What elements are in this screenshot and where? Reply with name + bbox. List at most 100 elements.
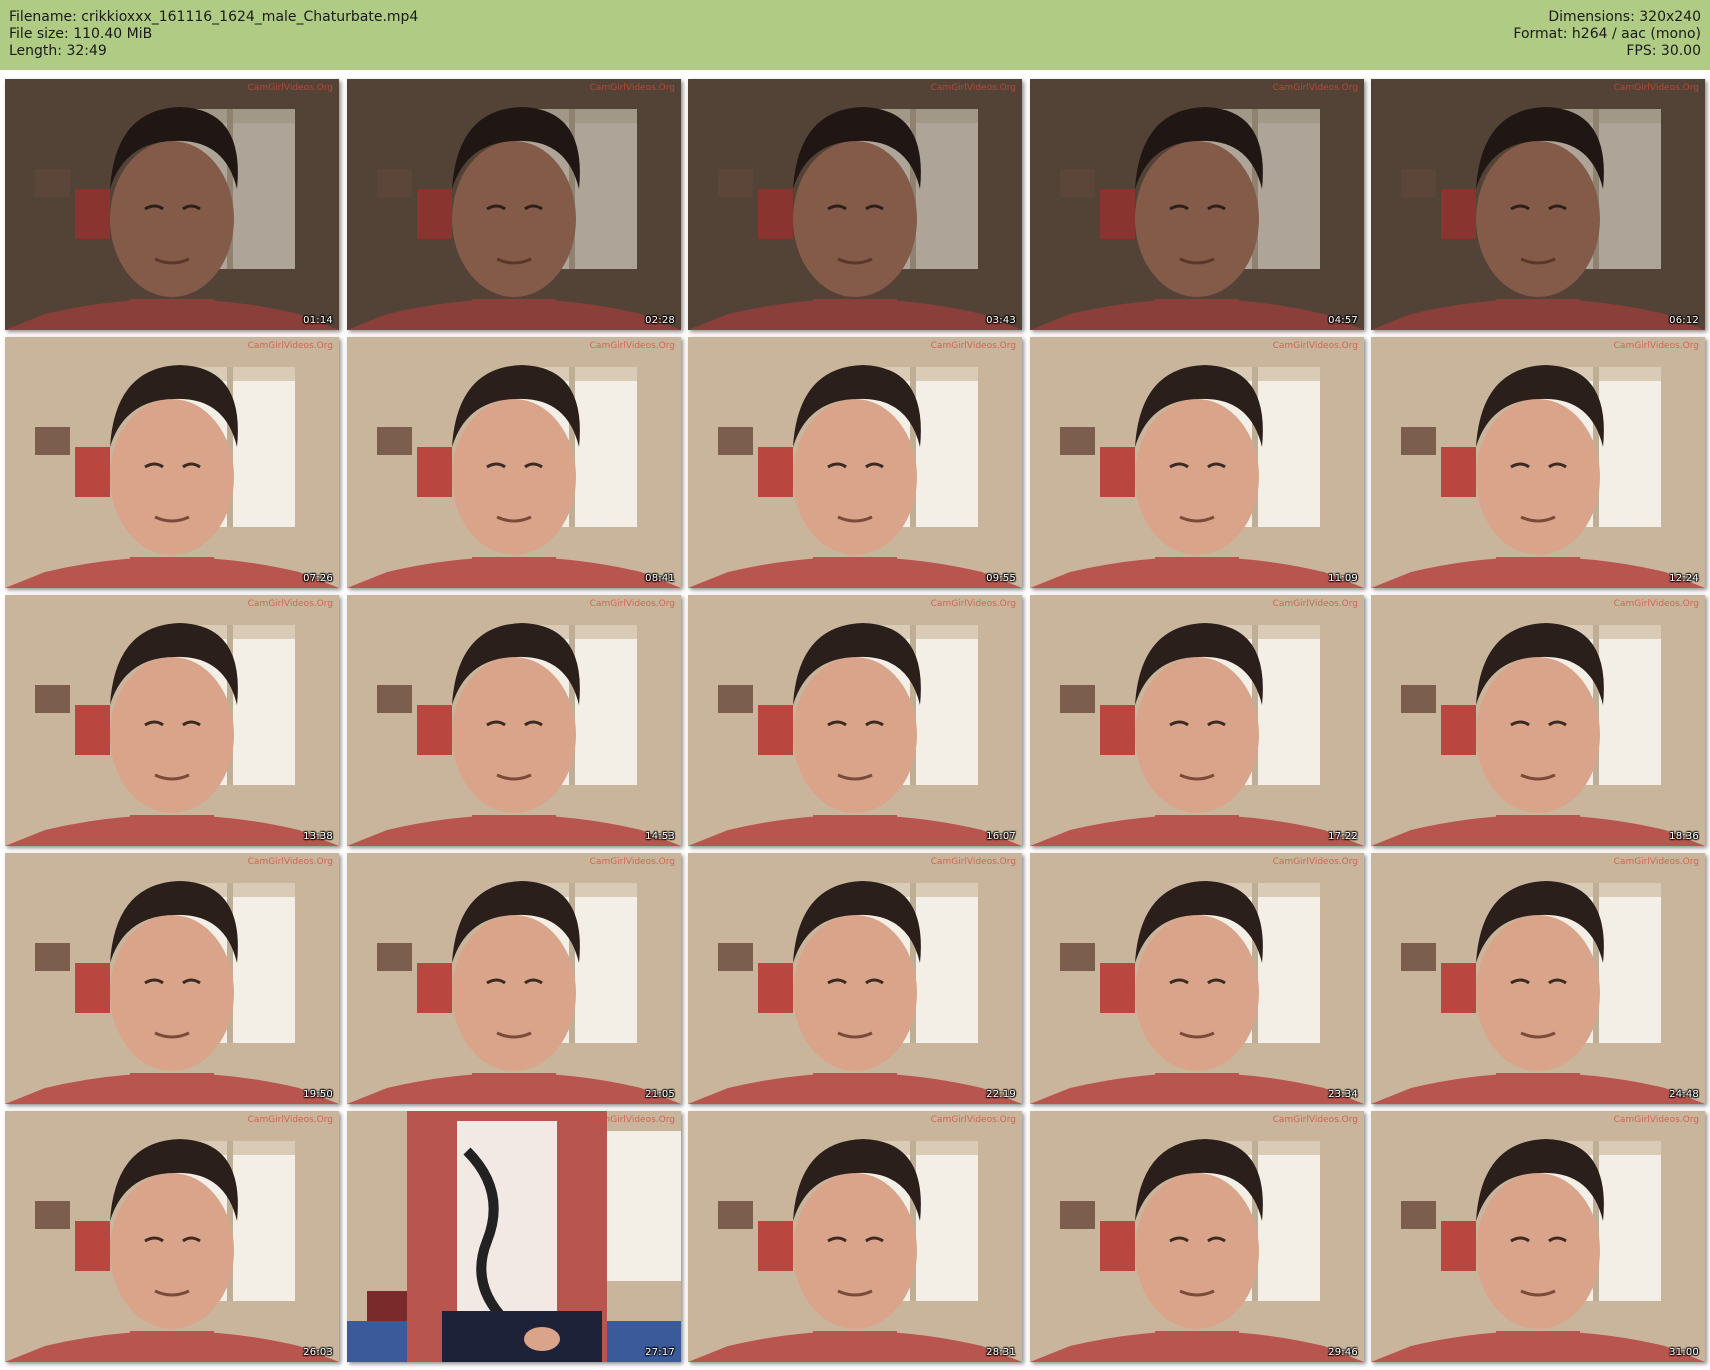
timestamp-label: 27:17 bbox=[645, 1347, 675, 1358]
watermark-text: CamGirlVideos.Org bbox=[1613, 341, 1699, 351]
timestamp-label: 19:50 bbox=[303, 1089, 333, 1100]
video-thumbnail[interactable]: CamGirlVideos.Org 27:17 bbox=[347, 1111, 681, 1362]
file-info-left: Filename: crikkioxxx_161116_1624_male_Ch… bbox=[9, 9, 418, 60]
video-thumbnail[interactable]: CamGirlVideos.Org 26:03 bbox=[5, 1111, 339, 1362]
info-header: Filename: crikkioxxx_161116_1624_male_Ch… bbox=[0, 0, 1710, 70]
watermark-text: CamGirlVideos.Org bbox=[1272, 1115, 1358, 1125]
timestamp-label: 07:26 bbox=[303, 573, 333, 584]
watermark-text: CamGirlVideos.Org bbox=[247, 857, 333, 867]
video-thumbnail[interactable]: CamGirlVideos.Org 08:41 bbox=[347, 337, 681, 588]
watermark-text: CamGirlVideos.Org bbox=[589, 341, 675, 351]
timestamp-label: 24:48 bbox=[1669, 1089, 1699, 1100]
frame-image bbox=[1371, 337, 1705, 588]
timestamp-label: 31:00 bbox=[1669, 1347, 1699, 1358]
timestamp-label: 09:55 bbox=[986, 573, 1016, 584]
video-thumbnail[interactable]: CamGirlVideos.Org 19:50 bbox=[5, 853, 339, 1104]
video-thumbnail[interactable]: CamGirlVideos.Org 21:05 bbox=[347, 853, 681, 1104]
timestamp-label: 29:46 bbox=[1328, 1347, 1358, 1358]
video-thumbnail[interactable]: CamGirlVideos.Org 16:07 bbox=[688, 595, 1022, 846]
video-thumbnail[interactable]: CamGirlVideos.Org 28:31 bbox=[688, 1111, 1022, 1362]
filename-text: Filename: crikkioxxx_161116_1624_male_Ch… bbox=[9, 9, 419, 25]
frame-image bbox=[347, 79, 681, 330]
video-thumbnail[interactable]: CamGirlVideos.Org 06:12 bbox=[1371, 79, 1705, 330]
video-thumbnail[interactable]: CamGirlVideos.Org 12:24 bbox=[1371, 337, 1705, 588]
watermark-text: CamGirlVideos.Org bbox=[930, 341, 1016, 351]
timestamp-label: 22:19 bbox=[986, 1089, 1016, 1100]
watermark-text: CamGirlVideos.Org bbox=[930, 857, 1016, 867]
frame-image bbox=[688, 79, 1022, 330]
watermark-text: CamGirlVideos.Org bbox=[1613, 1115, 1699, 1125]
timestamp-label: 01:14 bbox=[303, 315, 333, 326]
timestamp-label: 08:41 bbox=[645, 573, 675, 584]
timestamp-label: 17:22 bbox=[1328, 831, 1358, 842]
frame-image bbox=[347, 595, 681, 846]
timestamp-label: 11:09 bbox=[1328, 573, 1358, 584]
frame-image bbox=[688, 337, 1022, 588]
frame-image bbox=[5, 853, 339, 1104]
frame-image bbox=[1030, 853, 1364, 1104]
watermark-text: CamGirlVideos.Org bbox=[930, 599, 1016, 609]
timestamp-label: 14:53 bbox=[645, 831, 675, 842]
watermark-text: CamGirlVideos.Org bbox=[1272, 599, 1358, 609]
frame-image bbox=[1030, 337, 1364, 588]
length-text: Length: 32:49 bbox=[9, 43, 107, 59]
video-thumbnail[interactable]: CamGirlVideos.Org 24:48 bbox=[1371, 853, 1705, 1104]
video-thumbnail[interactable]: CamGirlVideos.Org 31:00 bbox=[1371, 1111, 1705, 1362]
video-thumbnail[interactable]: CamGirlVideos.Org 29:46 bbox=[1030, 1111, 1364, 1362]
frame-image bbox=[1371, 79, 1705, 330]
frame-image bbox=[1030, 79, 1364, 330]
frame-image bbox=[5, 337, 339, 588]
dimensions-text: Dimensions: 320x240 bbox=[1548, 9, 1701, 25]
watermark-text: CamGirlVideos.Org bbox=[930, 1115, 1016, 1125]
video-thumbnail[interactable]: CamGirlVideos.Org 11:09 bbox=[1030, 337, 1364, 588]
thumbnail-grid: CamGirlVideos.Org 01:14 CamGirlVideos.Org… bbox=[5, 79, 1705, 1363]
timestamp-label: 12:24 bbox=[1669, 573, 1699, 584]
timestamp-label: 18:36 bbox=[1669, 831, 1699, 842]
watermark-text: CamGirlVideos.Org bbox=[247, 1115, 333, 1125]
frame-image bbox=[347, 337, 681, 588]
frame-image bbox=[347, 853, 681, 1104]
watermark-text: CamGirlVideos.Org bbox=[1613, 857, 1699, 867]
frame-image bbox=[688, 1111, 1022, 1362]
video-thumbnail[interactable]: CamGirlVideos.Org 03:43 bbox=[688, 79, 1022, 330]
frame-image bbox=[688, 853, 1022, 1104]
timestamp-label: 03:43 bbox=[986, 315, 1016, 326]
filesize-text: File size: 110.40 MiB bbox=[9, 26, 153, 42]
video-thumbnail[interactable]: CamGirlVideos.Org 23:34 bbox=[1030, 853, 1364, 1104]
video-thumbnail[interactable]: CamGirlVideos.Org 09:55 bbox=[688, 337, 1022, 588]
frame-image bbox=[5, 595, 339, 846]
timestamp-label: 26:03 bbox=[303, 1347, 333, 1358]
frame-image bbox=[5, 79, 339, 330]
timestamp-label: 04:57 bbox=[1328, 315, 1358, 326]
format-text: Format: h264 / aac (mono) bbox=[1513, 26, 1701, 42]
video-thumbnail[interactable]: CamGirlVideos.Org 13:38 bbox=[5, 595, 339, 846]
video-thumbnail[interactable]: CamGirlVideos.Org 04:57 bbox=[1030, 79, 1364, 330]
video-thumbnail[interactable]: CamGirlVideos.Org 02:28 bbox=[347, 79, 681, 330]
watermark-text: CamGirlVideos.Org bbox=[589, 1115, 675, 1125]
frame-image bbox=[5, 1111, 339, 1362]
timestamp-label: 16:07 bbox=[986, 831, 1016, 842]
video-thumbnail[interactable]: CamGirlVideos.Org 22:19 bbox=[688, 853, 1022, 1104]
watermark-text: CamGirlVideos.Org bbox=[1272, 857, 1358, 867]
watermark-text: CamGirlVideos.Org bbox=[1613, 83, 1699, 93]
fps-text: FPS: 30.00 bbox=[1626, 43, 1701, 59]
watermark-text: CamGirlVideos.Org bbox=[589, 857, 675, 867]
timestamp-label: 02:28 bbox=[645, 315, 675, 326]
video-thumbnail[interactable]: CamGirlVideos.Org 07:26 bbox=[5, 337, 339, 588]
timestamp-label: 23:34 bbox=[1328, 1089, 1358, 1100]
watermark-text: CamGirlVideos.Org bbox=[247, 341, 333, 351]
watermark-text: CamGirlVideos.Org bbox=[1272, 341, 1358, 351]
watermark-text: CamGirlVideos.Org bbox=[589, 599, 675, 609]
video-thumbnail[interactable]: CamGirlVideos.Org 01:14 bbox=[5, 79, 339, 330]
video-thumbnail[interactable]: CamGirlVideos.Org 14:53 bbox=[347, 595, 681, 846]
watermark-text: CamGirlVideos.Org bbox=[930, 83, 1016, 93]
file-info-right: Dimensions: 320x240 Format: h264 / aac (… bbox=[1513, 9, 1701, 60]
timestamp-label: 21:05 bbox=[645, 1089, 675, 1100]
timestamp-label: 28:31 bbox=[986, 1347, 1016, 1358]
video-thumbnail[interactable]: CamGirlVideos.Org 18:36 bbox=[1371, 595, 1705, 846]
frame-image bbox=[1371, 853, 1705, 1104]
watermark-text: CamGirlVideos.Org bbox=[589, 83, 675, 93]
watermark-text: CamGirlVideos.Org bbox=[247, 83, 333, 93]
timestamp-label: 06:12 bbox=[1669, 315, 1699, 326]
video-thumbnail[interactable]: CamGirlVideos.Org 17:22 bbox=[1030, 595, 1364, 846]
